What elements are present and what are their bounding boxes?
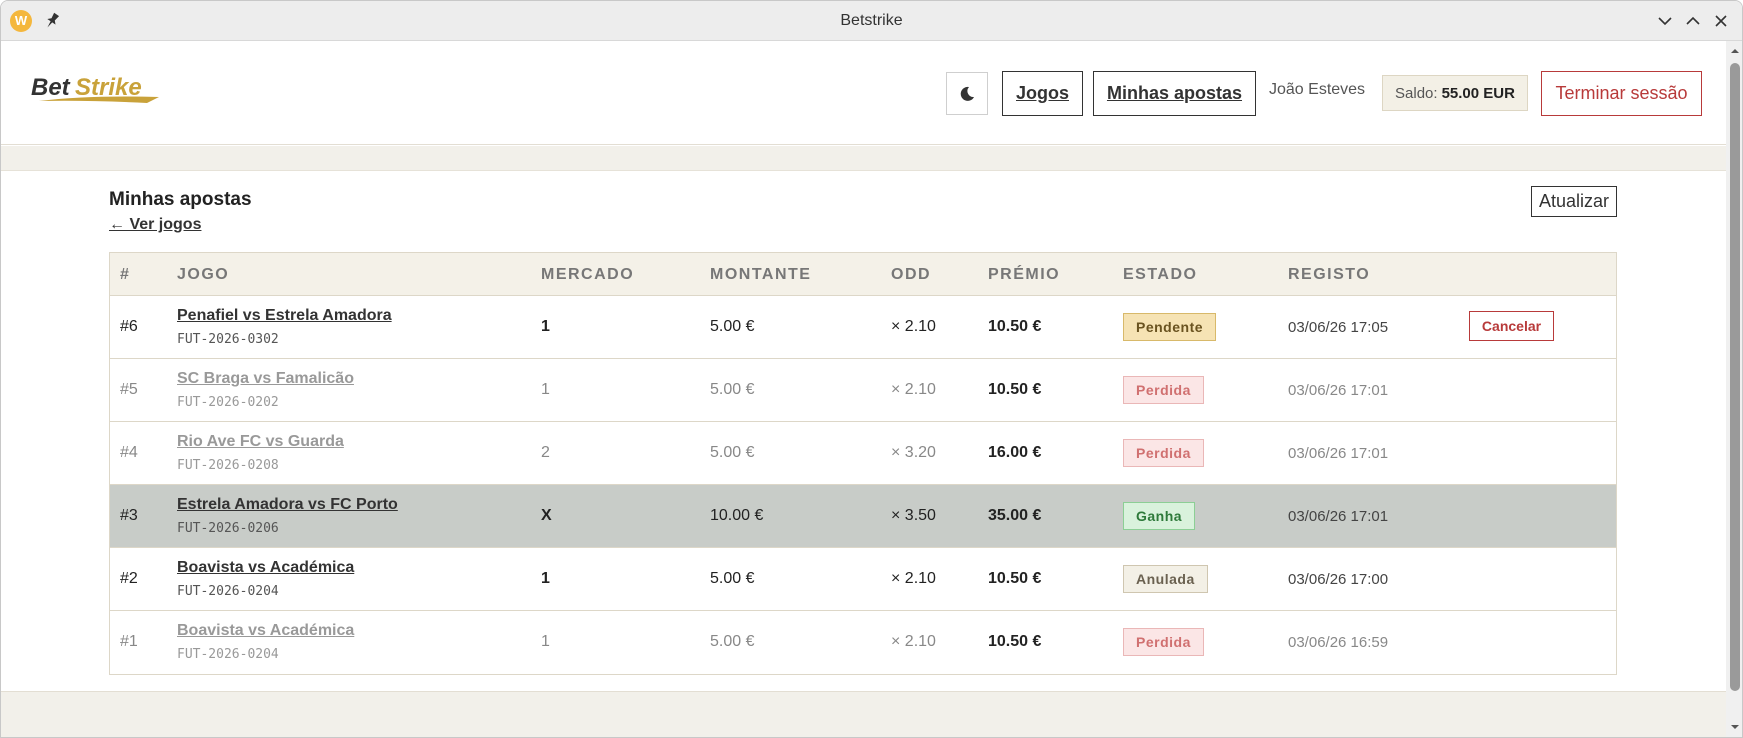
bet-id: #3 [120, 507, 138, 524]
odd: × 2.10 [891, 318, 936, 335]
maximize-icon[interactable] [1683, 11, 1703, 31]
amount: 5.00 € [710, 570, 755, 587]
game-link[interactable]: Penafiel vs Estrela Amadora [177, 307, 392, 325]
scroll-up-icon[interactable] [1729, 45, 1741, 57]
status-badge: Anulada [1123, 565, 1208, 593]
game-link[interactable]: Rio Ave FC vs Guarda [177, 433, 344, 451]
refresh-button[interactable]: Atualizar [1531, 186, 1617, 217]
minimize-icon[interactable] [1655, 11, 1675, 31]
app-window: W Betstrike Bet Strike Jogos Minhas apos… [0, 0, 1743, 738]
registered-date: 03/06/26 17:00 [1288, 571, 1389, 588]
bet-id: #6 [120, 318, 138, 335]
market: 1 [541, 318, 550, 335]
game-code: FUT-2026-0204 [177, 647, 279, 662]
prize: 10.50 € [988, 633, 1042, 650]
balance-value: 55.00 EUR [1441, 84, 1515, 102]
game-code: FUT-2026-0206 [177, 521, 279, 536]
table-row: #4 Rio Ave FC vs Guarda FUT-2026-0208 2 … [110, 422, 1616, 485]
game-link[interactable]: Boavista vs Académica [177, 559, 354, 577]
footer-band [1, 691, 1726, 737]
odd: × 2.10 [891, 570, 936, 587]
market: 1 [541, 381, 550, 398]
bet-id: #5 [120, 381, 138, 398]
theme-toggle-button[interactable] [946, 72, 988, 115]
registered-date: 03/06/26 16:59 [1288, 634, 1389, 651]
table-row: #5 SC Braga vs Famalicão FUT-2026-0202 1… [110, 359, 1616, 422]
vertical-scrollbar[interactable] [1726, 41, 1742, 737]
registered-date: 03/06/26 17:05 [1288, 319, 1389, 336]
odd: × 3.50 [891, 507, 936, 524]
odd: × 2.10 [891, 381, 936, 398]
table-row: #3 Estrela Amadora vs FC Porto FUT-2026-… [110, 485, 1616, 548]
game-code: FUT-2026-0204 [177, 584, 279, 599]
col-header-prize: PRÉMIO [988, 266, 1061, 283]
table-row: #2 Boavista vs Académica FUT-2026-0204 1… [110, 548, 1616, 611]
market: X [541, 507, 552, 524]
status-badge: Perdida [1123, 376, 1204, 404]
prize: 10.50 € [988, 381, 1042, 398]
bet-id: #1 [120, 633, 138, 650]
registered-date: 03/06/26 17:01 [1288, 508, 1389, 525]
table-row: #1 Boavista vs Académica FUT-2026-0204 1… [110, 611, 1616, 674]
market: 1 [541, 570, 550, 587]
moon-icon [960, 86, 974, 101]
game-link[interactable]: SC Braga vs Famalicão [177, 370, 354, 388]
amount: 5.00 € [710, 633, 755, 650]
table-header: # JOGO MERCADO MONTANTE ODD PRÉMIO ESTAD… [110, 253, 1616, 296]
close-icon[interactable] [1711, 11, 1731, 31]
header-divider-band [1, 146, 1726, 170]
amount: 5.00 € [710, 318, 755, 335]
col-header-market: MERCADO [541, 266, 635, 283]
page-title: Minhas apostas [109, 189, 252, 210]
scroll-down-icon[interactable] [1729, 721, 1741, 733]
balance-badge: Saldo: 55.00 EUR [1382, 75, 1528, 111]
odd: × 2.10 [891, 633, 936, 650]
svg-text:Bet: Bet [31, 74, 71, 101]
game-code: FUT-2026-0302 [177, 332, 279, 347]
user-name: João Esteves [1269, 81, 1366, 98]
market: 1 [541, 633, 550, 650]
prize: 35.00 € [988, 507, 1042, 524]
col-header-game: JOGO [177, 266, 230, 283]
bet-id: #4 [120, 444, 138, 461]
window-title: Betstrike [840, 12, 903, 29]
prize: 10.50 € [988, 318, 1042, 335]
scrollbar-thumb[interactable] [1730, 63, 1740, 691]
registered-date: 03/06/26 17:01 [1288, 445, 1389, 462]
status-badge: Pendente [1123, 313, 1217, 341]
logout-button[interactable]: Terminar sessão [1541, 71, 1702, 116]
amount: 10.00 € [710, 507, 764, 524]
game-code: FUT-2026-0208 [177, 458, 279, 473]
title-bar: W Betstrike [1, 1, 1742, 41]
nav-jogos-button[interactable]: Jogos [1002, 71, 1083, 116]
col-header-registered: REGISTO [1288, 266, 1371, 283]
cancel-bet-button[interactable]: Cancelar [1469, 311, 1554, 341]
betstrike-logo[interactable]: Bet Strike [29, 73, 169, 113]
col-header-id: # [120, 266, 131, 283]
bets-table: # JOGO MERCADO MONTANTE ODD PRÉMIO ESTAD… [109, 252, 1617, 675]
bet-id: #2 [120, 570, 138, 587]
game-link[interactable]: Estrela Amadora vs FC Porto [177, 496, 398, 514]
back-to-games-link[interactable]: ← Ver jogos [109, 216, 201, 234]
game-code: FUT-2026-0202 [177, 395, 279, 410]
registered-date: 03/06/26 17:01 [1288, 382, 1389, 399]
site-header: Bet Strike Jogos Minhas apostas João Est… [1, 41, 1726, 145]
balance-label: Saldo: [1395, 84, 1438, 102]
market: 2 [541, 444, 550, 461]
status-badge: Ganha [1123, 502, 1196, 530]
table-row: #6 Penafiel vs Estrela Amadora FUT-2026-… [110, 296, 1616, 359]
game-link[interactable]: Boavista vs Académica [177, 622, 354, 640]
amount: 5.00 € [710, 444, 755, 461]
prize: 10.50 € [988, 570, 1042, 587]
amount: 5.00 € [710, 381, 755, 398]
main-content: Minhas apostas ← Ver jogos Atualizar # J… [1, 170, 1726, 691]
status-badge: Perdida [1123, 628, 1204, 656]
status-badge: Perdida [1123, 439, 1204, 467]
prize: 16.00 € [988, 444, 1042, 461]
odd: × 3.20 [891, 444, 936, 461]
col-header-odd: ODD [891, 266, 932, 283]
nav-minhas-apostas-button[interactable]: Minhas apostas [1093, 71, 1256, 116]
col-header-status: ESTADO [1123, 266, 1198, 283]
col-header-amount: MONTANTE [710, 266, 812, 283]
